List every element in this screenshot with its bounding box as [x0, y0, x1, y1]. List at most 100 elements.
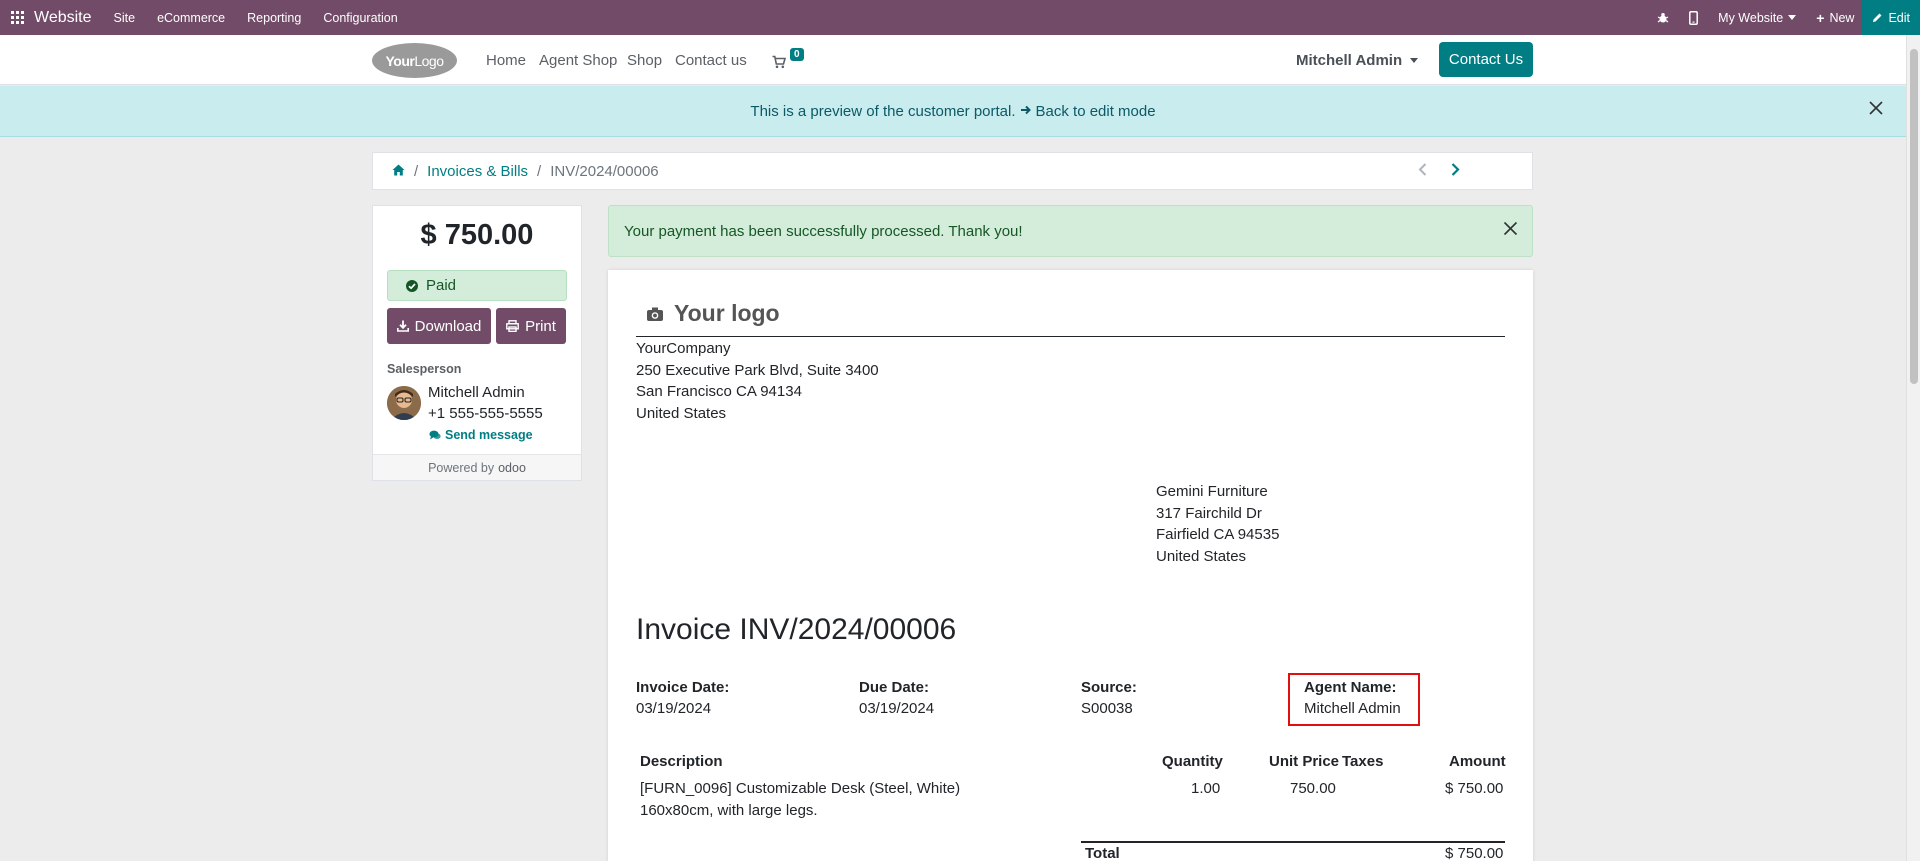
- nav-home[interactable]: Home: [486, 35, 526, 85]
- paid-status-badge: Paid: [387, 270, 567, 301]
- customer-name: Gemini Furniture: [1156, 483, 1268, 500]
- line-unit-price: 750.00: [1290, 780, 1336, 797]
- breadcrumb-invoices-link[interactable]: Invoices & Bills: [427, 163, 528, 180]
- customer-street: 317 Fairchild Dr: [1156, 504, 1262, 522]
- salesperson-label: Salesperson: [387, 362, 462, 376]
- menu-configuration[interactable]: Configuration: [323, 11, 397, 25]
- line-amount: $ 750.00: [1445, 780, 1504, 797]
- cart-link[interactable]: [772, 49, 787, 73]
- due-date-value: 03/19/2024: [859, 700, 935, 717]
- arrow-right-icon: [1020, 103, 1032, 120]
- line-quantity: 1.00: [1191, 780, 1221, 797]
- customer-city: Fairfield CA 94535: [1156, 526, 1280, 543]
- download-label: Download: [414, 317, 482, 335]
- agent-name-field: Agent Name: Mitchell Admin: [1288, 673, 1420, 726]
- check-circle-icon: [406, 279, 418, 292]
- salesperson-phone: +1 555-555-5555: [428, 405, 543, 422]
- website-switcher[interactable]: My Website: [1718, 10, 1797, 25]
- send-message-link[interactable]: Send message: [429, 428, 533, 442]
- edit-button[interactable]: Edit: [1862, 0, 1920, 35]
- invoice-date-value: 03/19/2024: [636, 700, 712, 717]
- print-label: Print: [525, 317, 556, 335]
- record-pager: [1418, 163, 1460, 180]
- send-message-label: Send message: [445, 428, 533, 442]
- portal-preview-banner: This is a preview of the customer portal…: [0, 86, 1906, 137]
- print-button[interactable]: Print: [496, 308, 566, 344]
- shopping-cart-icon: [772, 55, 787, 69]
- source-field: Source: S00038: [1081, 677, 1137, 719]
- menu-site[interactable]: Site: [114, 11, 136, 25]
- source-value: S00038: [1081, 700, 1133, 717]
- close-icon[interactable]: [1868, 100, 1884, 120]
- total-amount: $ 750.00: [1445, 845, 1504, 861]
- column-quantity: Quantity: [1162, 753, 1223, 770]
- invoice-amount: $ 750.00: [420, 219, 534, 251]
- pencil-icon: [1873, 13, 1882, 22]
- company-address: YourCompany 250 Executive Park Blvd, Sui…: [636, 338, 879, 424]
- agent-name-value: Mitchell Admin: [1304, 700, 1401, 717]
- avatar: [387, 386, 421, 420]
- new-label: New: [1829, 10, 1855, 25]
- contact-us-button[interactable]: Contact Us: [1439, 42, 1533, 77]
- line-description: [FURN_0096] Customizable Desk (Steel, Wh…: [640, 778, 960, 822]
- company-street: 250 Executive Park Blvd, Suite 3400: [636, 361, 879, 379]
- mobile-preview-icon[interactable]: [1689, 10, 1699, 25]
- nav-shop[interactable]: Shop: [627, 35, 662, 85]
- odoo-brand-link[interactable]: odoo: [498, 461, 526, 475]
- chevron-down-icon: [1788, 15, 1797, 20]
- app-name[interactable]: Website: [34, 9, 92, 27]
- payment-success-text: Your payment has been successfully proce…: [624, 222, 1023, 240]
- back-to-edit-link[interactable]: Back to edit mode: [1036, 103, 1156, 120]
- line-description-detail: 160x80cm, with large legs.: [640, 802, 818, 819]
- customer-address: Gemini Furniture 317 Fairchild Dr Fairfi…: [1156, 481, 1279, 567]
- chevron-left-icon[interactable]: [1418, 163, 1427, 180]
- breadcrumb-separator: /: [537, 162, 542, 180]
- page-scrollbar[interactable]: [1906, 35, 1920, 861]
- website-header: Your Logo Home Agent Shop Shop Contact us…: [0, 35, 1906, 85]
- debug-icon[interactable]: [1657, 12, 1669, 24]
- customer-country: United States: [1156, 547, 1247, 565]
- chevron-down-icon: [1410, 57, 1419, 63]
- close-icon[interactable]: [1503, 221, 1518, 240]
- company-name: YourCompany: [636, 340, 731, 357]
- powered-by-label: Powered by: [428, 460, 495, 475]
- website-switcher-label: My Website: [1718, 10, 1784, 25]
- invoice-date-field: Invoice Date: 03/19/2024: [636, 677, 729, 719]
- breadcrumb-separator: /: [414, 162, 419, 180]
- column-description: Description: [640, 753, 723, 770]
- cart-count-badge: 0: [790, 48, 804, 61]
- nav-agent-shop[interactable]: Agent Shop: [539, 35, 617, 85]
- chevron-right-icon[interactable]: [1451, 163, 1460, 180]
- invoice-document: Your logo YourCompany 250 Executive Park…: [608, 270, 1533, 861]
- scrollbar-thumb[interactable]: [1910, 49, 1918, 384]
- agent-name-label: Agent Name:: [1304, 679, 1397, 696]
- invoice-sidebar: $ 750.00 Paid Download Print Salesperson…: [372, 205, 582, 481]
- payment-success-alert: Your payment has been successfully proce…: [608, 205, 1533, 257]
- company-country: United States: [636, 404, 727, 422]
- column-taxes: Taxes: [1342, 753, 1384, 770]
- line-description-main: [FURN_0096] Customizable Desk (Steel, Wh…: [640, 780, 961, 797]
- invoice-title: Invoice INV/2024/00006: [636, 613, 957, 646]
- logo-placeholder-text: Your logo: [674, 300, 780, 326]
- breadcrumb-current: INV/2024/00006: [550, 162, 659, 180]
- preview-text: This is a preview of the customer portal…: [750, 102, 1016, 120]
- company-city: San Francisco CA 94134: [636, 383, 802, 400]
- user-name: Mitchell Admin: [1296, 51, 1403, 69]
- column-unit-price: Unit Price: [1269, 753, 1340, 770]
- new-button[interactable]: + New: [1816, 10, 1854, 26]
- due-date-label: Due Date:: [859, 679, 930, 696]
- download-button[interactable]: Download: [387, 308, 491, 344]
- site-logo[interactable]: Your Logo: [372, 43, 457, 78]
- admin-navbar: Website Site eCommerce Reporting Configu…: [0, 0, 1920, 35]
- home-icon[interactable]: [392, 163, 405, 180]
- plus-icon: +: [1816, 9, 1825, 26]
- edit-label: Edit: [1888, 10, 1910, 25]
- logo-text: Logo: [414, 52, 444, 69]
- header-divider: [636, 336, 1505, 337]
- menu-reporting[interactable]: Reporting: [247, 11, 301, 25]
- comments-icon: [429, 430, 441, 439]
- apps-menu-icon[interactable]: [0, 0, 34, 35]
- user-menu[interactable]: Mitchell Admin: [1296, 35, 1419, 85]
- menu-ecommerce[interactable]: eCommerce: [157, 11, 225, 25]
- nav-contact-us[interactable]: Contact us: [675, 35, 747, 85]
